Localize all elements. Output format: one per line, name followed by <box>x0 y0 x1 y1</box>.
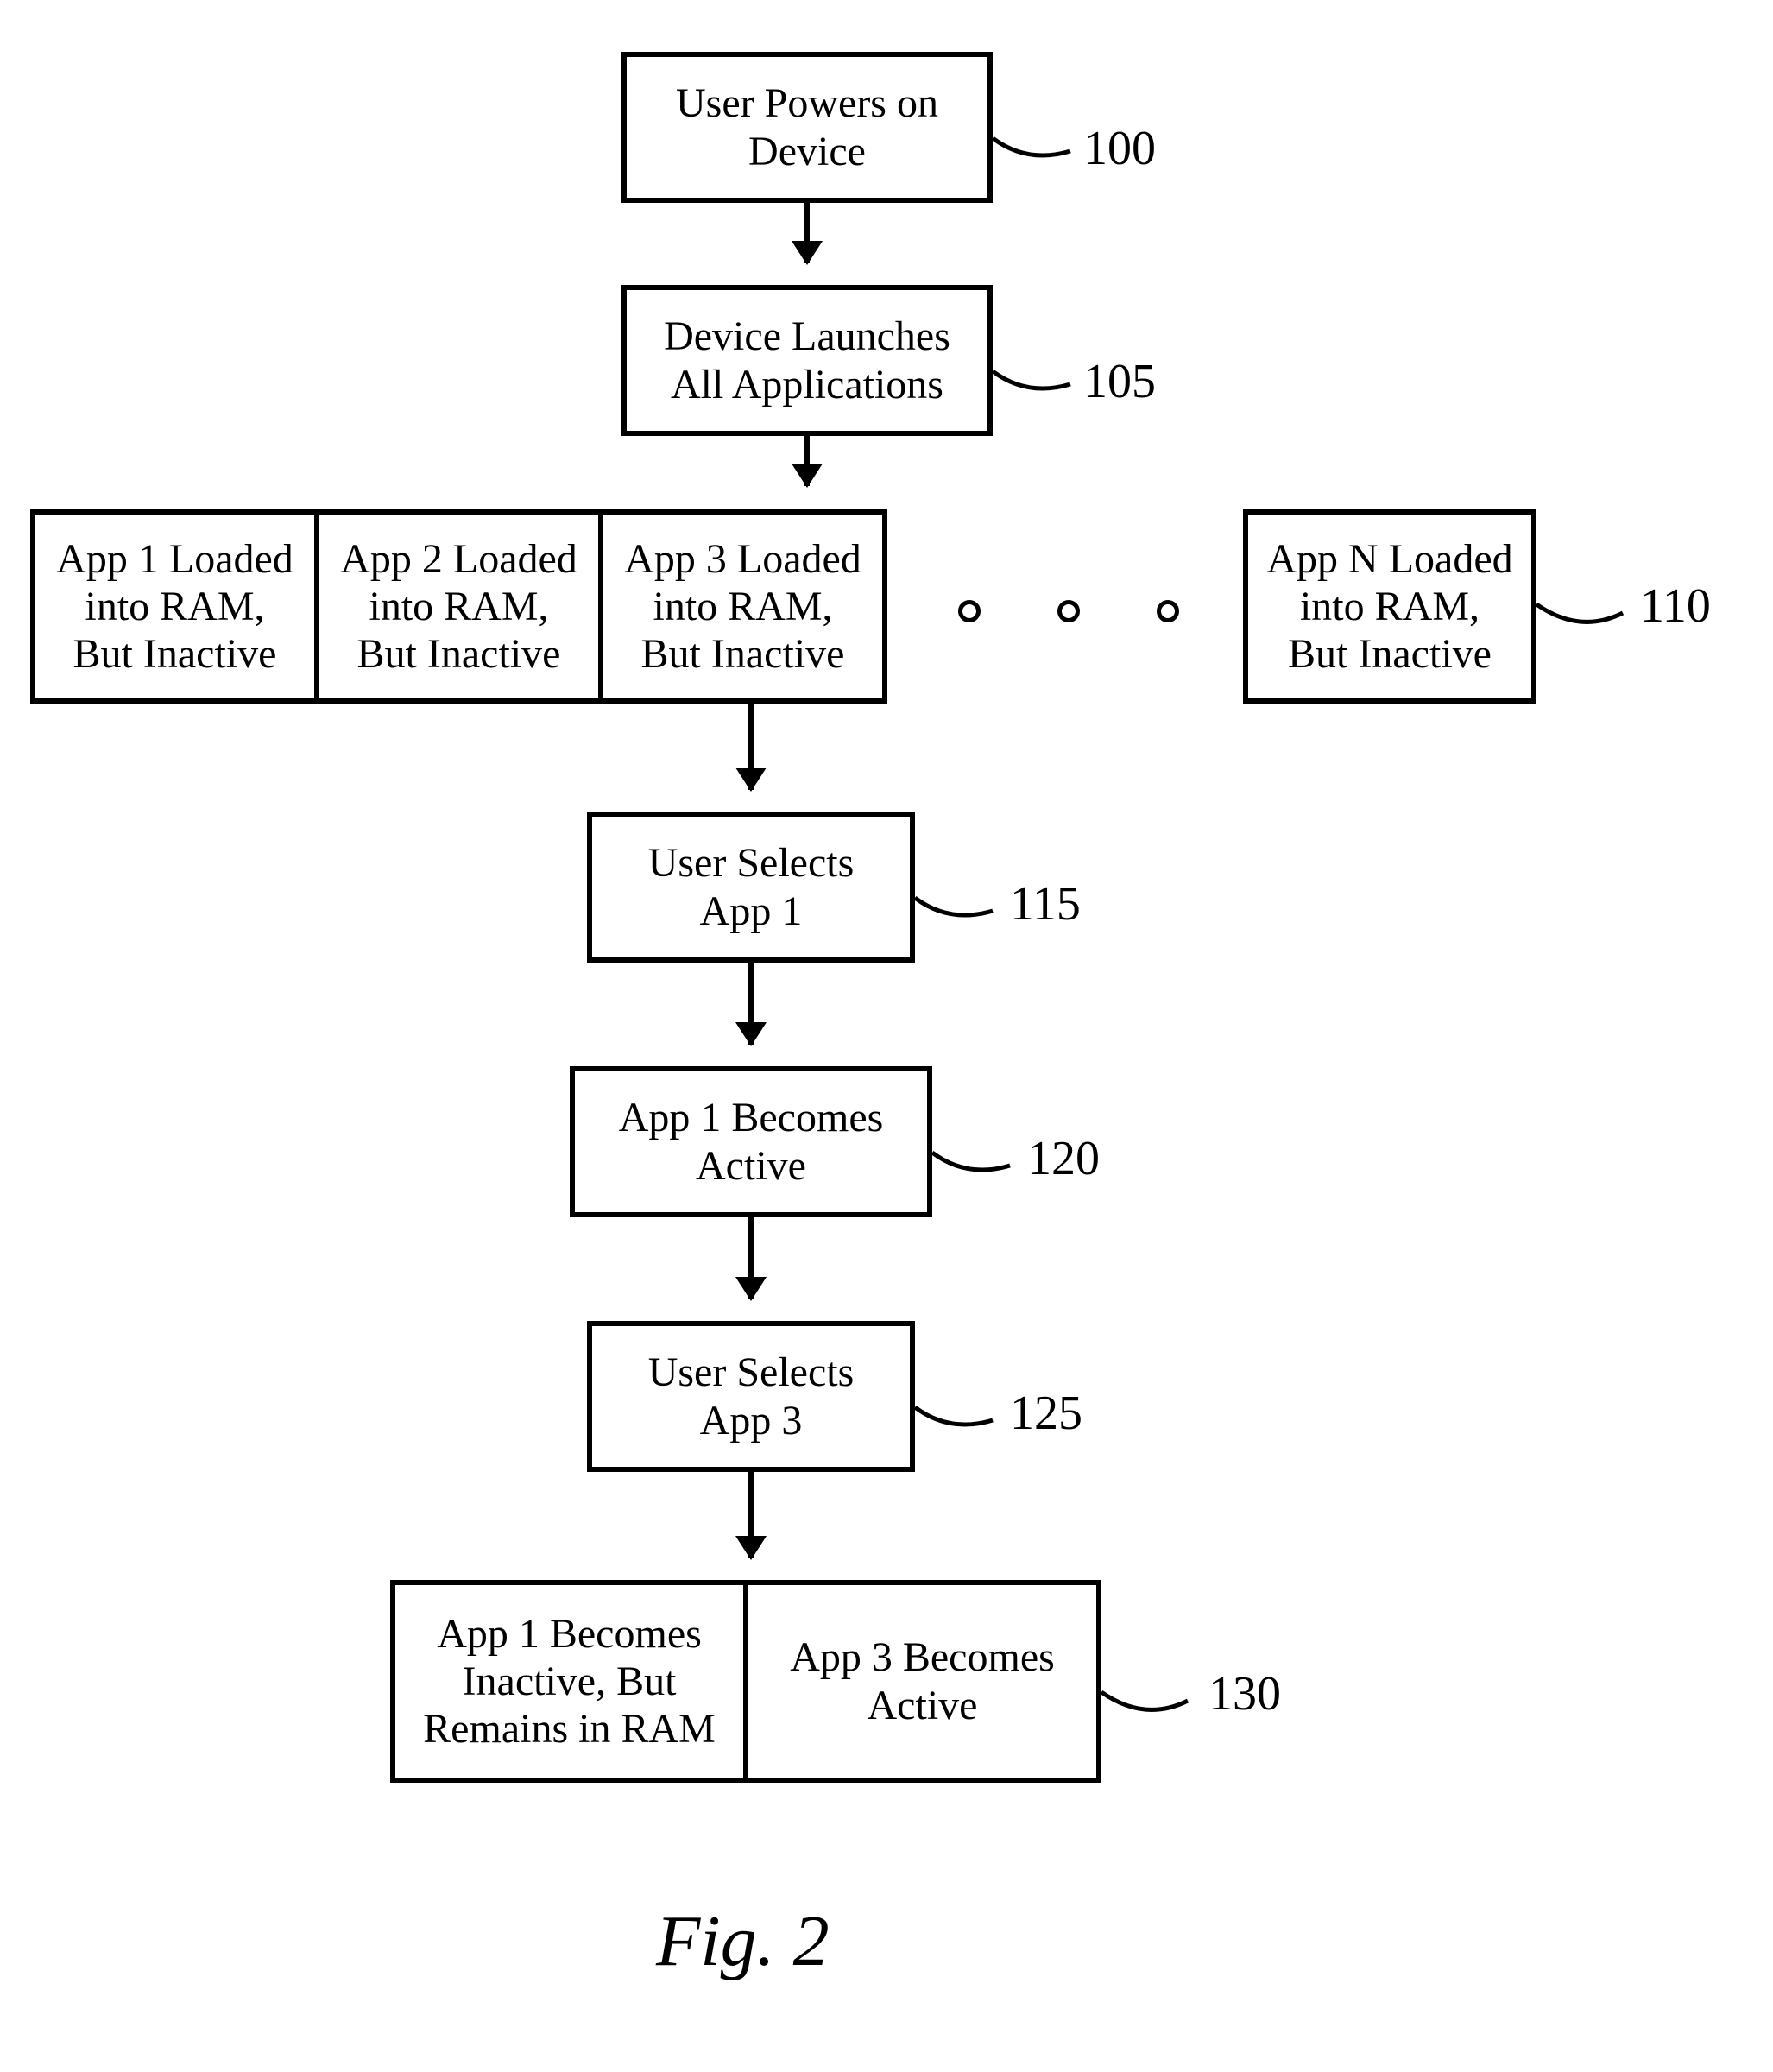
leader-105 <box>993 337 1096 406</box>
node-110-app2-text: App 2 Loadedinto RAM,But Inactive <box>340 535 577 679</box>
label-130: 130 <box>1208 1666 1281 1721</box>
node-125-text: User SelectsApp 3 <box>648 1349 855 1443</box>
node-115: User SelectsApp 1 <box>587 812 915 963</box>
figure-caption: Fig. 2 <box>656 1899 830 1983</box>
node-110-app3-text: App 3 Loadedinto RAM,But Inactive <box>624 535 861 679</box>
node-130-app3-text: App 3 BecomesActive <box>790 1633 1055 1728</box>
node-110-app2: App 2 Loadedinto RAM,But Inactive <box>314 509 603 704</box>
node-120: App 1 BecomesActive <box>570 1066 932 1217</box>
node-110-app1: App 1 Loadedinto RAM,But Inactive <box>30 509 319 704</box>
node-125: User SelectsApp 3 <box>587 1321 915 1472</box>
label-110: 110 <box>1640 578 1711 634</box>
label-125: 125 <box>1010 1386 1082 1441</box>
node-130-app1: App 1 BecomesInactive, ButRemains in RAM <box>390 1580 748 1783</box>
label-100: 100 <box>1083 121 1156 176</box>
ellipsis-dot <box>1157 600 1179 622</box>
node-130-app3: App 3 BecomesActive <box>743 1580 1101 1783</box>
arrow-110-to-115 <box>748 704 754 790</box>
arrow-120-to-125 <box>748 1217 754 1299</box>
node-105: Device LaunchesAll Applications <box>621 285 993 436</box>
leader-120 <box>932 1118 1036 1187</box>
node-110-appn: App N Loadedinto RAM,But Inactive <box>1243 509 1536 704</box>
node-100: User Powers onDevice <box>621 52 993 203</box>
node-115-text: User SelectsApp 1 <box>648 839 855 934</box>
arrow-115-to-120 <box>748 963 754 1045</box>
node-110-appn-text: App N Loadedinto RAM,But Inactive <box>1266 535 1512 679</box>
label-115: 115 <box>1010 876 1081 932</box>
ellipsis-dot <box>1057 600 1080 622</box>
arrow-100-to-105 <box>804 203 810 263</box>
leader-110 <box>1536 561 1649 639</box>
node-130-app1-text: App 1 BecomesInactive, ButRemains in RAM <box>423 1610 716 1753</box>
ellipsis-dot <box>958 600 981 622</box>
label-105: 105 <box>1083 354 1156 409</box>
node-120-text: App 1 BecomesActive <box>619 1094 884 1189</box>
flowchart-canvas: User Powers onDevice Device LaunchesAll … <box>0 0 1773 2072</box>
node-100-text: User Powers onDevice <box>676 79 938 174</box>
node-110-app1-text: App 1 Loadedinto RAM,But Inactive <box>56 535 293 679</box>
arrow-125-to-130 <box>748 1472 754 1558</box>
label-120: 120 <box>1027 1131 1100 1186</box>
node-105-text: Device LaunchesAll Applications <box>664 313 950 407</box>
leader-130 <box>1101 1649 1214 1727</box>
arrow-105-to-110 <box>804 436 810 486</box>
leader-115 <box>915 863 1019 932</box>
leader-100 <box>993 104 1096 173</box>
leader-125 <box>915 1373 1019 1442</box>
node-110-app3: App 3 Loadedinto RAM,But Inactive <box>598 509 887 704</box>
